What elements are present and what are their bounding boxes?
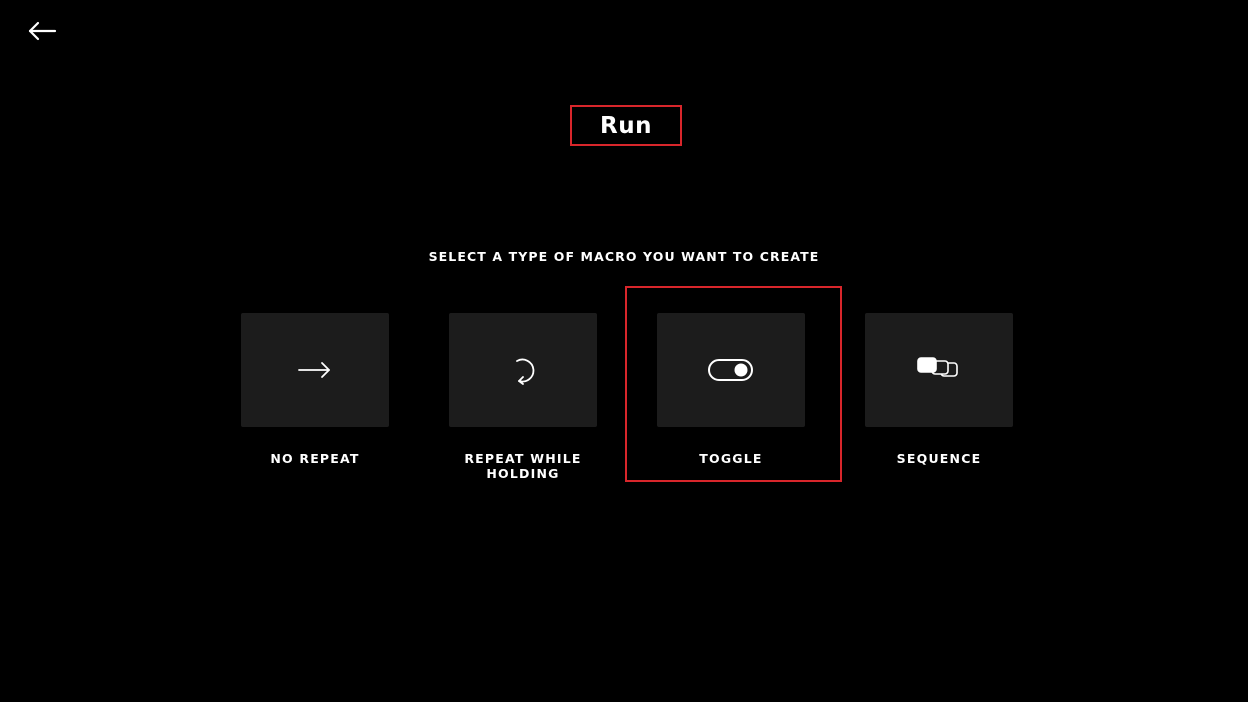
option-label: SEQUENCE (896, 451, 982, 466)
page-title-box: Run (570, 105, 682, 146)
arrow-left-icon (28, 21, 57, 41)
option-label: TOGGLE (699, 451, 763, 466)
option-tile[interactable] (865, 313, 1013, 427)
sequence-icon (917, 357, 958, 377)
option-label: NO REPEAT (270, 451, 360, 466)
option-tile[interactable] (657, 313, 805, 427)
toggle-icon (708, 359, 753, 381)
option-no-repeat[interactable]: NO REPEAT (241, 313, 389, 466)
macro-type-screen: Run SELECT A TYPE OF MACRO YOU WANT TO C… (0, 0, 1248, 702)
back-button[interactable] (24, 18, 60, 44)
arrow-right-icon (298, 362, 330, 378)
repeat-icon (516, 358, 535, 385)
option-tile[interactable] (449, 313, 597, 427)
macro-type-prompt: SELECT A TYPE OF MACRO YOU WANT TO CREAT… (428, 249, 820, 264)
option-label: REPEAT WHILE HOLDING (464, 451, 582, 481)
option-sequence[interactable]: SEQUENCE (865, 313, 1013, 466)
option-repeat-while-holding[interactable]: REPEAT WHILE HOLDING (449, 313, 597, 481)
option-toggle[interactable]: TOGGLE (657, 313, 805, 466)
option-tile[interactable] (241, 313, 389, 427)
page-title: Run (600, 112, 652, 139)
